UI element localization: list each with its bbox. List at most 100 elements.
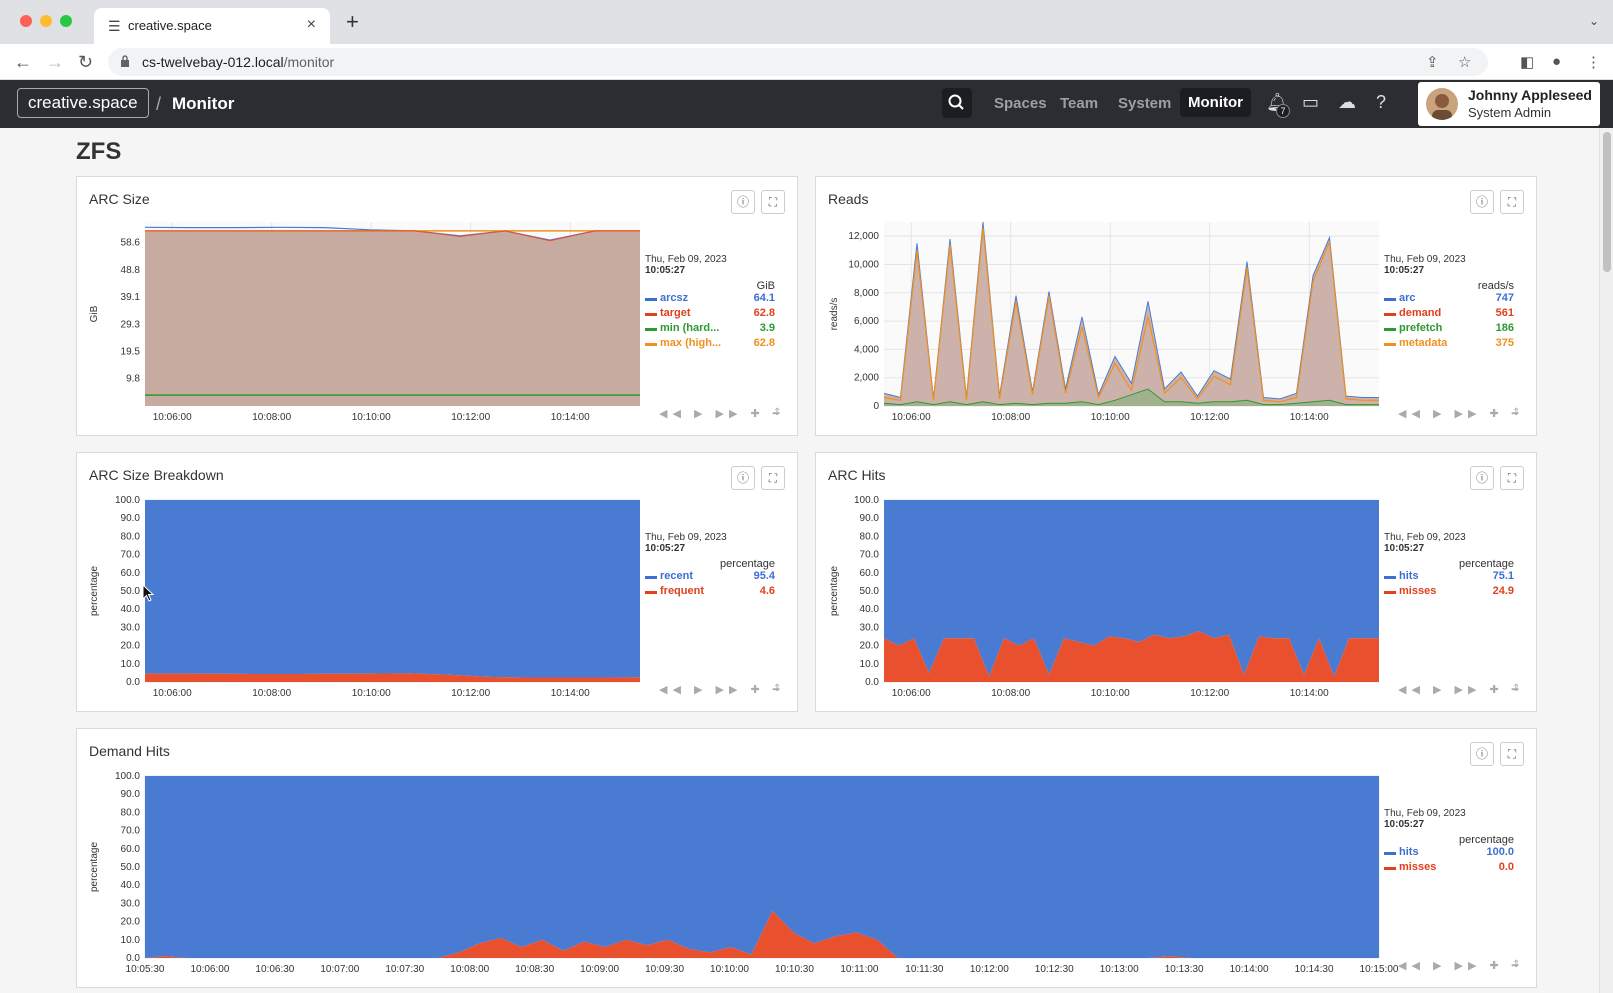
legend-series-value: 186	[1495, 322, 1514, 334]
legend-swatch	[1384, 852, 1396, 855]
browser-menu-icon[interactable]: ⋮	[1586, 53, 1601, 71]
legend-series-name: arcsz	[660, 292, 689, 304]
profile-icon[interactable]: ●	[1552, 53, 1561, 70]
resize-handle-icon[interactable]: ⇕	[773, 407, 781, 418]
fullscreen-icon[interactable]: ⛶	[1500, 466, 1524, 490]
legend-series-value: 3.9	[759, 322, 775, 334]
nav-team[interactable]: Team	[1060, 95, 1098, 112]
lock-icon	[121, 55, 129, 67]
folder-icon[interactable]: ▭	[1302, 92, 1319, 113]
back-arrow-icon[interactable]: ←	[14, 52, 32, 73]
playback-controls[interactable]: ◀◀ ▶ ▶▶ ✚ ━	[1398, 683, 1523, 696]
legend-unit: GiB	[756, 280, 775, 292]
nav-monitor[interactable]: Monitor	[1180, 88, 1251, 117]
legend-series-name: misses	[1399, 585, 1437, 597]
scrollbar-thumb[interactable]	[1603, 132, 1611, 272]
legend-swatch	[645, 298, 657, 301]
legend-swatch	[645, 313, 657, 316]
playback-controls[interactable]: ◀◀ ▶ ▶▶ ✚ ━	[659, 407, 784, 420]
info-icon[interactable]: ⓘ	[731, 190, 755, 214]
info-icon[interactable]: ⓘ	[731, 466, 755, 490]
playback-controls[interactable]: ◀◀ ▶ ▶▶ ✚ ━	[1398, 959, 1523, 972]
section-title: ZFS	[76, 138, 122, 165]
legend-date: Thu, Feb 09, 2023	[1384, 808, 1466, 819]
info-icon[interactable]: ⓘ	[1470, 742, 1494, 766]
legend-row[interactable]: demand 561	[1384, 307, 1514, 322]
resize-handle-icon[interactable]: ⇕	[1512, 407, 1520, 418]
search-icon	[948, 94, 964, 110]
legend-row[interactable]: arcsz 64.1	[645, 292, 775, 307]
zoom-window-button[interactable]	[60, 15, 72, 27]
legend-swatch	[1384, 298, 1396, 301]
tab-title: creative.space	[128, 18, 212, 33]
legend-series-value: 95.4	[753, 570, 775, 582]
legend-series-value: 62.8	[753, 307, 775, 319]
avatar	[1426, 88, 1458, 120]
legend-row[interactable]: target 62.8	[645, 307, 775, 322]
url-text: cs-twelvebay-012.local/monitor	[142, 54, 334, 70]
legend-series-name: demand	[1399, 307, 1442, 319]
resize-handle-icon[interactable]: ⇕	[773, 683, 781, 694]
minimize-window-button[interactable]	[40, 15, 52, 27]
tab-favicon-icon: ☰	[108, 18, 121, 34]
legend-series-value: 4.6	[759, 585, 775, 597]
legend-row[interactable]: recent 95.4	[645, 570, 775, 585]
reload-icon[interactable]: ↻	[78, 52, 93, 73]
cloud-upload-icon[interactable]: ☁	[1338, 92, 1356, 113]
info-icon[interactable]: ⓘ	[1470, 190, 1494, 214]
nav-spaces[interactable]: Spaces	[994, 95, 1047, 112]
fullscreen-icon[interactable]: ⛶	[761, 466, 785, 490]
bookmark-star-icon[interactable]: ☆	[1458, 53, 1471, 71]
legend-row[interactable]: misses 0.0	[1384, 861, 1514, 876]
new-tab-icon[interactable]: +	[346, 11, 359, 33]
help-icon[interactable]: ?	[1376, 92, 1386, 113]
brand-logo[interactable]: creative.space	[17, 88, 149, 118]
legend-series-value: 24.9	[1492, 585, 1514, 597]
user-menu[interactable]: Johnny Appleseed System Admin	[1418, 82, 1600, 126]
legend-row[interactable]: prefetch 186	[1384, 322, 1514, 337]
playback-controls[interactable]: ◀◀ ▶ ▶▶ ✚ ━	[659, 683, 784, 696]
close-tab-icon[interactable]: ×	[307, 16, 316, 34]
resize-handle-icon[interactable]: ⇕	[1512, 959, 1520, 970]
legend-series-name: hits	[1399, 846, 1419, 858]
info-icon[interactable]: ⓘ	[1470, 466, 1494, 490]
app-header: creative.space / Monitor Spaces Team Sys…	[0, 80, 1613, 128]
legend-unit: percentage	[1458, 558, 1514, 570]
side-panel-icon[interactable]: ◧	[1520, 53, 1534, 71]
share-icon[interactable]: ⇪	[1426, 53, 1439, 71]
legend-series-name: misses	[1399, 861, 1437, 873]
user-role: System Admin	[1468, 105, 1552, 120]
search-button[interactable]	[942, 88, 972, 118]
legend-series-name: metadata	[1399, 337, 1448, 349]
legend-row[interactable]: misses 24.9	[1384, 585, 1514, 600]
legend-time: 10:05:27	[1384, 819, 1425, 830]
legend-row[interactable]: hits 75.1	[1384, 570, 1514, 585]
chart-legend: Thu, Feb 09, 2023 10:05:27 reads/s arc 747 de…	[1384, 254, 1514, 352]
legend-row[interactable]: max (high... 62.8	[645, 337, 775, 352]
legend-series-value: 561	[1495, 307, 1514, 319]
address-bar[interactable]: cs-twelvebay-012.local/monitor ⇪ ☆	[108, 48, 1488, 76]
fullscreen-icon[interactable]: ⛶	[1500, 742, 1524, 766]
legend-row[interactable]: arc 747	[1384, 292, 1514, 307]
fullscreen-icon[interactable]: ⛶	[761, 190, 785, 214]
panel-title: Reads	[828, 191, 869, 207]
legend-row[interactable]: hits 100.0	[1384, 846, 1514, 861]
browser-tab[interactable]: ☰ creative.space ×	[94, 8, 330, 44]
legend-series-value: 75.1	[1492, 570, 1514, 582]
forward-arrow-icon[interactable]: →	[46, 52, 64, 73]
fullscreen-icon[interactable]: ⛶	[1500, 190, 1524, 214]
panel-title: ARC Hits	[828, 467, 886, 483]
legend-series-name: recent	[660, 570, 694, 582]
legend-date: Thu, Feb 09, 2023	[1384, 254, 1466, 265]
legend-row[interactable]: frequent 4.6	[645, 585, 775, 600]
legend-unit: percentage	[719, 558, 775, 570]
resize-handle-icon[interactable]: ⇕	[1512, 683, 1520, 694]
page-scrollbar[interactable]	[1599, 128, 1613, 993]
legend-row[interactable]: metadata 375	[1384, 337, 1514, 352]
legend-row[interactable]: min (hard... 3.9	[645, 322, 775, 337]
tab-list-chevron-icon[interactable]: ⌄	[1589, 14, 1599, 28]
nav-system[interactable]: System	[1118, 95, 1171, 112]
legend-series-value: 747	[1495, 292, 1514, 304]
playback-controls[interactable]: ◀◀ ▶ ▶▶ ✚ ━	[1398, 407, 1523, 420]
close-window-button[interactable]	[20, 15, 32, 27]
